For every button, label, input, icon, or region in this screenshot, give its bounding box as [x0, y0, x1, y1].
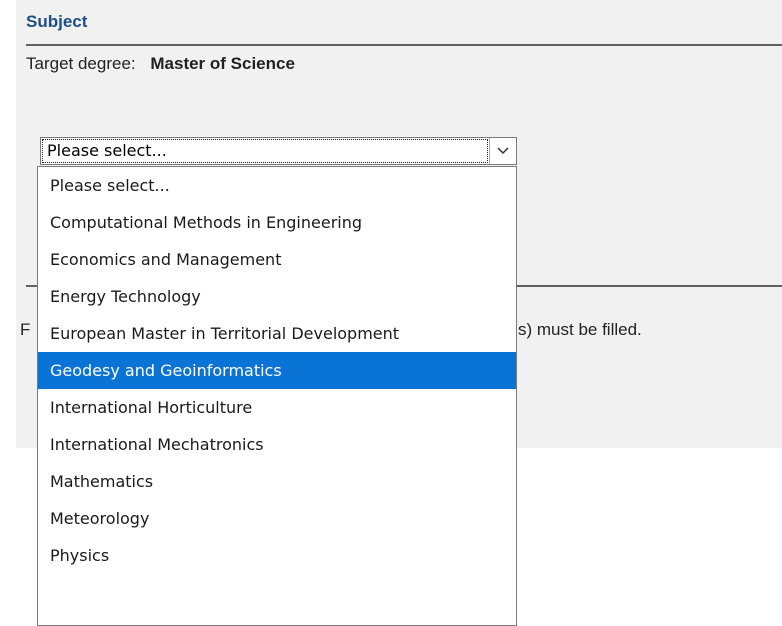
dropdown-option[interactable]: Geodesy and Geoinformatics [38, 352, 516, 389]
target-degree-label: Target degree: [26, 54, 136, 73]
subject-select[interactable]: Please select... [40, 137, 517, 165]
dropdown-option[interactable]: Please select... [38, 167, 516, 204]
dropdown-option[interactable]: Economics and Management [38, 241, 516, 278]
subject-select-value: Please select... [42, 139, 488, 163]
required-fields-note-start: F [20, 320, 31, 339]
dropdown-option[interactable]: Meteorology [38, 500, 516, 537]
chevron-down-icon[interactable] [489, 138, 516, 164]
section-title: Subject [26, 12, 88, 31]
dropdown-option[interactable]: Physics [38, 537, 516, 574]
target-degree-row: Target degree: Master of Science [26, 54, 295, 74]
dropdown-option[interactable]: Computational Methods in Engineering [38, 204, 516, 241]
subject-dropdown-list: Please select... Computational Methods in… [37, 166, 517, 626]
target-degree-value: Master of Science [150, 54, 295, 73]
dropdown-option[interactable]: International Horticulture [38, 389, 516, 426]
dropdown-option[interactable]: Energy Technology [38, 278, 516, 315]
dropdown-option[interactable]: International Mechatronics [38, 426, 516, 463]
required-fields-note-end: s) must be filled. [518, 320, 642, 339]
dropdown-option[interactable]: Mathematics [38, 463, 516, 500]
dropdown-option[interactable]: European Master in Territorial Developme… [38, 315, 516, 352]
section-divider [26, 44, 782, 46]
